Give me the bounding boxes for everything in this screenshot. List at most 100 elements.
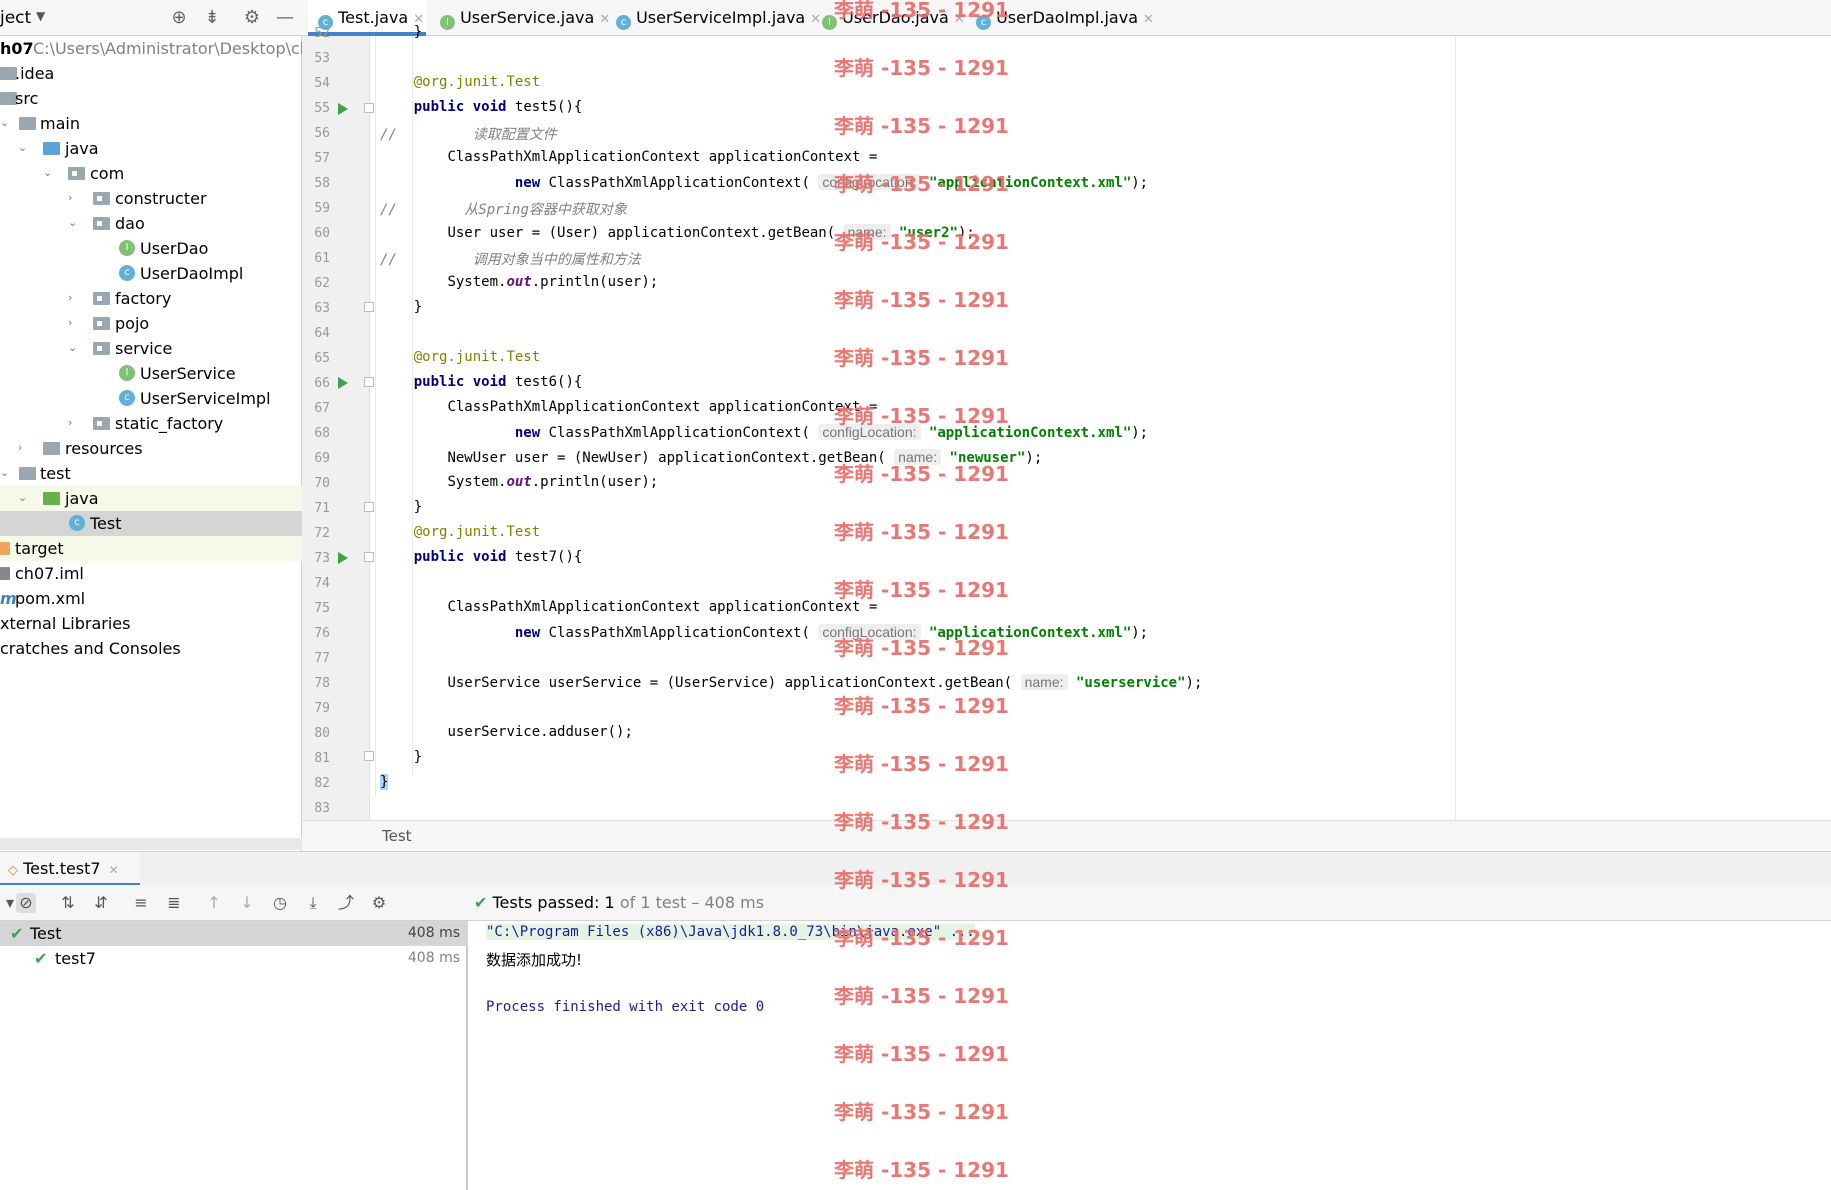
console-output[interactable]: "C:\Program Files (x86)\Java\jdk1.8.0_73…	[470, 921, 1831, 1190]
fold-icon[interactable]	[364, 552, 374, 562]
chevron-right-icon[interactable]: ›	[68, 417, 80, 429]
run-config-icon: ◇	[8, 863, 18, 878]
sort-duration-icon[interactable]: ⇵	[91, 893, 111, 913]
tree-item-constructer[interactable]: › constructer	[0, 186, 302, 211]
tree-item-userservice[interactable]: I UserService	[0, 361, 302, 386]
breadcrumb-item[interactable]: Test	[382, 827, 412, 845]
line-number: 83	[314, 801, 330, 816]
history-icon[interactable]: ◷	[270, 893, 290, 913]
tree-item-label: service	[115, 339, 173, 358]
locate-icon[interactable]: ⊕	[168, 7, 190, 29]
fold-icon[interactable]	[364, 302, 374, 312]
fold-icon[interactable]	[364, 377, 374, 387]
code-line: UserService userService = (UserService) …	[447, 674, 1203, 691]
tree-item-scratches[interactable]: cratches and Consoles	[0, 636, 302, 661]
chevron-right-icon[interactable]: ›	[68, 192, 80, 204]
chevron-right-icon[interactable]: ›	[68, 317, 80, 329]
result-name: Test	[30, 924, 62, 943]
tree-item-pom[interactable]: m pom.xml	[0, 586, 302, 611]
chevron-down-icon[interactable]: ⌄	[43, 167, 55, 179]
line-number: 74	[314, 576, 330, 591]
breadcrumb: Test	[302, 820, 1831, 851]
line-number: 79	[314, 701, 330, 716]
watermark-text: 李萌 -135 - 1291	[834, 56, 1009, 80]
watermark-text: 李萌 -135 - 1291	[834, 752, 1009, 776]
close-icon[interactable]: ✕	[109, 863, 119, 877]
gear-icon[interactable]: ⚙	[369, 893, 389, 913]
show-ignored-icon[interactable]: ⊘	[16, 893, 36, 913]
chevron-right-icon[interactable]: ›	[68, 292, 80, 304]
run-test-icon[interactable]	[338, 103, 348, 115]
fold-icon[interactable]	[364, 103, 374, 113]
tree-item-userserviceimpl[interactable]: c UserServiceImpl	[0, 386, 302, 411]
tree-item-test[interactable]: ⌄ test	[0, 461, 302, 486]
tree-item-com[interactable]: ⌄ com	[0, 161, 302, 186]
collapse-all-icon[interactable]: ≣	[164, 893, 184, 913]
chevron-right-icon[interactable]: ›	[18, 442, 30, 454]
tree-item-root[interactable]: h07 C:\Users\Administrator\Desktop\ch07	[0, 36, 330, 61]
tree-item-test-java[interactable]: ⌄ java	[0, 486, 302, 511]
tree-item-static-factory[interactable]: › static_factory	[0, 411, 302, 436]
chevron-down-icon[interactable]: ⌄	[68, 217, 80, 229]
horizontal-scrollbar[interactable]	[0, 838, 302, 850]
test-results-tree: ✔ Test 408 ms ✔ test7 408 ms	[0, 921, 468, 1190]
tab-userservice-java[interactable]: I UserService.java ✕	[436, 0, 610, 36]
collapse-all-icon[interactable]: ⇟	[201, 7, 223, 29]
tree-item-label: Test	[90, 514, 122, 533]
import-icon[interactable]: ⤓	[303, 893, 323, 913]
watermark-text: 李萌 -135 - 1291	[834, 462, 1009, 486]
tree-item-factory[interactable]: › factory	[0, 286, 302, 311]
tree-item-userdao[interactable]: I UserDao	[0, 236, 302, 261]
tree-item-src[interactable]: src	[0, 86, 302, 111]
tree-item-test-class[interactable]: c Test	[0, 511, 302, 536]
tab-userserviceimpl-java[interactable]: c UserServiceImpl.java ✕	[612, 0, 821, 36]
gear-icon[interactable]: ⚙	[241, 7, 263, 29]
chevron-down-icon[interactable]: ▼	[36, 9, 45, 23]
console-line: 数据添加成功!	[486, 951, 583, 969]
tree-item-service[interactable]: ⌄ service	[0, 336, 302, 361]
arrow-down-icon[interactable]: ↓	[237, 893, 257, 913]
tree-item-dao[interactable]: ⌄ dao	[0, 211, 302, 236]
line-number: 58	[314, 176, 330, 191]
close-icon[interactable]: ✕	[599, 12, 610, 27]
tree-item-userdaoimpl[interactable]: c UserDaoImpl	[0, 261, 302, 286]
line-number: 61	[314, 251, 330, 266]
tree-item-main[interactable]: ⌄ main	[0, 111, 302, 136]
code-line: }	[413, 499, 423, 515]
chevron-down-icon[interactable]: ⌄	[0, 467, 12, 479]
tab-run-test7[interactable]: ◇ Test.test7 ✕	[0, 852, 140, 886]
watermark-text: 李萌 -135 - 1291	[834, 0, 1009, 22]
project-view-title[interactable]: ject	[0, 8, 31, 28]
chevron-down-icon[interactable]: ⌄	[68, 342, 80, 354]
code-line: // 调用对象当中的属性和方法	[380, 252, 641, 268]
minimize-icon[interactable]: —	[274, 7, 296, 29]
fold-icon[interactable]	[364, 751, 374, 761]
arrow-up-icon[interactable]: ↑	[204, 893, 224, 913]
sort-alpha-icon[interactable]: ⇅	[58, 893, 78, 913]
chevron-down-icon[interactable]: ⌄	[18, 492, 30, 504]
rerun-test-icon[interactable]	[338, 552, 348, 564]
run-test-icon[interactable]	[338, 377, 348, 389]
tree-item-java[interactable]: ⌄ java	[0, 136, 302, 161]
result-name: test7	[55, 949, 96, 968]
tree-item-external-libraries[interactable]: xternal Libraries	[0, 611, 302, 636]
line-number: 57	[314, 151, 330, 166]
fold-icon[interactable]	[364, 502, 374, 512]
tree-item-iml[interactable]: ch07.iml	[0, 561, 302, 586]
chevron-down-icon[interactable]: ⌄	[0, 117, 12, 129]
expand-all-icon[interactable]: ≡	[131, 893, 151, 913]
result-row[interactable]: ✔ Test 408 ms	[0, 921, 468, 946]
line-number: 72	[314, 526, 330, 541]
tree-item-idea[interactable]: .idea	[0, 61, 302, 86]
indent-guide	[375, 36, 376, 796]
result-row[interactable]: ✔ test7 408 ms	[0, 946, 468, 971]
watermark-text: 李萌 -135 - 1291	[834, 984, 1009, 1008]
tree-item-resources[interactable]: › resources	[0, 436, 302, 461]
code-line: new ClassPathXmlApplicationContext( conf…	[514, 424, 1149, 441]
tree-item-pojo[interactable]: › pojo	[0, 311, 302, 336]
tree-item-label: UserDao	[140, 239, 209, 258]
export-icon[interactable]: ⤴	[336, 893, 356, 913]
close-icon[interactable]: ✕	[1143, 12, 1154, 27]
tree-item-target[interactable]: target	[0, 536, 302, 561]
chevron-down-icon[interactable]: ⌄	[18, 142, 30, 154]
